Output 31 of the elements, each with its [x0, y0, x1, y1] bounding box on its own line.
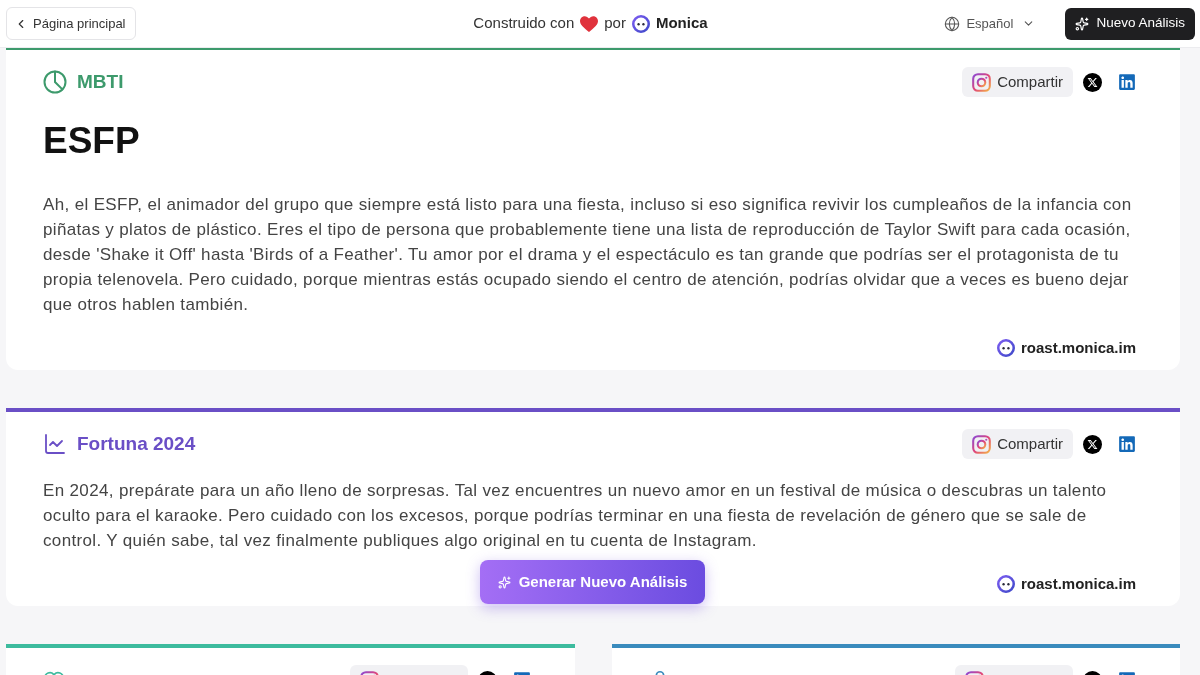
- language-selector[interactable]: Español: [944, 13, 1036, 34]
- heart-icon: [580, 15, 599, 32]
- credit-text: Construido con: [473, 13, 575, 34]
- linkedin-icon[interactable]: [1118, 435, 1136, 453]
- generate-analysis-button[interactable]: Generar Nuevo Análisis: [480, 560, 705, 604]
- back-button[interactable]: Página principal: [6, 7, 136, 40]
- card-text: En 2024, prepárate para un año lleno de sorpresas. Tal vez encuentres un nuevo amor en un festival de música o descubras un talento oculto para el karaoke. Pero cuidado con los excesos, porque podrías terminar en una fiesta de revelación de género que se sale de control. Y quién sabe, tal vez finalmente publiques algo original en tu cuenta de Instagram.: [43, 480, 1108, 552]
- x-icon[interactable]: [1083, 72, 1102, 92]
- share-button[interactable]: Compartir: [962, 67, 1073, 97]
- x-icon[interactable]: [1083, 434, 1102, 454]
- new-analysis-button[interactable]: Nuevo Análisis: [1065, 7, 1195, 40]
- site-link[interactable]: roast.monica.im: [1020, 572, 1136, 596]
- result-heading: ESFP: [43, 121, 141, 161]
- logo-icon: [996, 575, 1015, 593]
- card-text: Ah, el ESFP, el animador del grupo que siempre está listo para una fiesta, incluso si eso significa revivir los cumpleaños de la infancia con piñatas y platos de plástico. Eres el tipo de persona que probablemente tiene una lista de reproducción de Taylor Swift para cada ocasión, desde 'Shake it Off' hasta 'Birds of a Feather'. Tu amor por el drama y el espectáculo es tan grande que podrías ser el protagonista de tu propia telenovela. Pero cuidado, porque mientras estás ocupado siendo el centro de atención, podrías olvidar que a veces es bueno dejar que otros hablen también.: [43, 194, 1133, 316]
- logo-icon: [996, 339, 1015, 357]
- site-link[interactable]: roast.monica.im: [1020, 336, 1136, 360]
- brand-name: Monica: [655, 13, 708, 34]
- sparkle-icon: [497, 575, 511, 589]
- sparkle-icon: [1075, 16, 1090, 31]
- instagram-icon: [972, 72, 992, 92]
- line-chart-icon: [43, 432, 67, 456]
- logo-icon: [631, 14, 650, 33]
- clock-icon: [43, 70, 67, 94]
- globe-icon: [944, 15, 961, 32]
- linkedin-icon[interactable]: [1118, 73, 1136, 91]
- instagram-icon: [972, 434, 992, 454]
- card-title: Fortuna 2024: [77, 431, 196, 456]
- share-button[interactable]: Compartir: [962, 429, 1073, 459]
- card-title: MBTI: [77, 69, 124, 94]
- credit-text: por: [604, 13, 626, 34]
